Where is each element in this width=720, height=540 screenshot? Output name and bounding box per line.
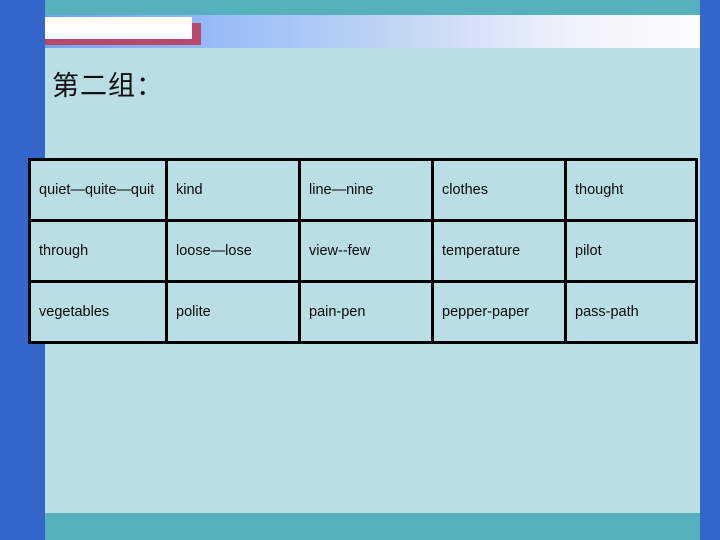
table-cell: view--few	[298, 219, 434, 283]
table-cell: kind	[165, 158, 301, 222]
table-row: vegetables polite pain-pen pepper-paper …	[28, 280, 698, 344]
top-teal-underlap	[45, 0, 57, 15]
table-cell: loose—lose	[165, 219, 301, 283]
table-row: through loose—lose view--few temperature…	[28, 219, 698, 283]
right-side-rail	[700, 0, 720, 540]
top-teal-band	[45, 0, 700, 15]
table-cell: clothes	[431, 158, 567, 222]
table-cell: through	[28, 219, 168, 283]
table-cell: vegetables	[28, 280, 168, 344]
table-cell: quiet—quite—quit	[28, 158, 168, 222]
table-cell: pilot	[564, 219, 698, 283]
page-title: 第二组：	[52, 71, 164, 102]
table-cell: pain-pen	[298, 280, 434, 344]
word-group-table: quiet—quite—quit kind line—nine clothes …	[28, 158, 698, 344]
header-badge	[28, 17, 192, 39]
table-cell: pass-path	[564, 280, 698, 344]
table-cell: line—nine	[298, 158, 434, 222]
table-cell: thought	[564, 158, 698, 222]
slide-canvas: 第二组： quiet—quite—quit kind line—nine clo…	[0, 0, 720, 540]
table-cell: pepper-paper	[431, 280, 567, 344]
bottom-teal-band	[45, 513, 700, 540]
table-cell: temperature	[431, 219, 567, 283]
table-row: quiet—quite—quit kind line—nine clothes …	[28, 158, 698, 222]
table-cell: polite	[165, 280, 301, 344]
